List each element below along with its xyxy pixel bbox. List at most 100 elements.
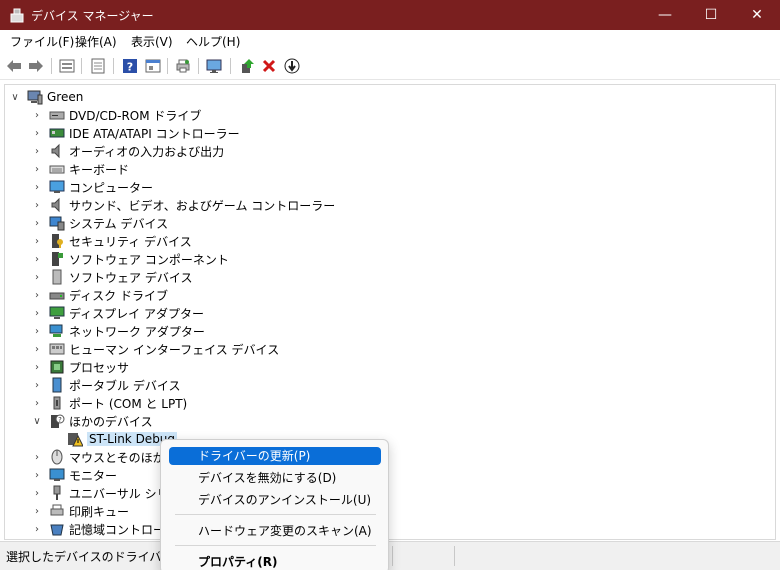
tree-item[interactable]: › 印刷キュー (31, 502, 129, 520)
chevron-right-icon[interactable]: › (31, 232, 43, 250)
tree-item[interactable]: › IDE ATA/ATAPI コントローラー (31, 124, 240, 142)
chevron-right-icon[interactable]: › (31, 106, 43, 124)
title-bar: デバイス マネージャー — ☐ ✕ (0, 0, 780, 30)
tree-item[interactable]: › プロセッサ (31, 358, 129, 376)
close-button[interactable]: ✕ (734, 0, 780, 30)
tree-item[interactable]: › キーボード (31, 160, 129, 178)
security-device-icon (52, 234, 63, 248)
mouse-icon (51, 449, 63, 465)
chevron-right-icon[interactable]: › (31, 376, 43, 394)
list-view-icon[interactable] (88, 56, 108, 76)
tree-item[interactable]: › ヒューマン インターフェイス デバイス (31, 340, 279, 358)
tree-item[interactable]: › サウンド、ビデオ、およびゲーム コントローラー (31, 196, 335, 214)
print-queue-icon (50, 504, 64, 516)
properties-view-icon[interactable] (57, 56, 77, 76)
keyboard-icon (49, 165, 65, 174)
menu-help[interactable]: ヘルプ(H) (186, 33, 240, 50)
menu-action[interactable]: 操作(A) (75, 33, 117, 50)
tree-item[interactable]: › ソフトウェア コンポーネント (31, 250, 229, 268)
chevron-down-icon[interactable]: ∨ (9, 88, 21, 106)
ctx-scan-hardware[interactable]: ハードウェア変更のスキャン(A) (169, 522, 381, 540)
toolbar-separator (113, 58, 114, 74)
tree-item[interactable]: › モニター (31, 466, 117, 484)
help-icon[interactable]: ? (120, 56, 140, 76)
chevron-right-icon[interactable]: › (31, 214, 43, 232)
ctx-uninstall-device[interactable]: デバイスのアンインストール(U) (169, 491, 381, 509)
tree-root[interactable]: ∨ Green (9, 88, 83, 106)
ctx-separator (175, 545, 376, 546)
tree-item[interactable]: › システム デバイス (31, 214, 168, 232)
tree-item[interactable]: › ポート (COM と LPT) (31, 394, 187, 412)
toolbar-separator (51, 58, 52, 74)
ctx-update-driver[interactable]: ドライバーの更新(P) (169, 447, 381, 465)
tree-item-expanded[interactable]: ∨? ほかのデバイス (31, 412, 153, 430)
chevron-right-icon[interactable]: › (31, 142, 43, 160)
chevron-right-icon[interactable]: › (31, 160, 43, 178)
tree-item-label: ヒューマン インターフェイス デバイス (69, 342, 280, 357)
ctx-separator (175, 514, 376, 515)
menu-file[interactable]: ファイル(F) (10, 33, 74, 50)
tree-item[interactable]: › ディスク ドライブ (31, 286, 168, 304)
monitor-icon (49, 468, 65, 481)
tree-item[interactable]: › ソフトウェア デバイス (31, 268, 192, 286)
processor-icon (50, 360, 64, 374)
chevron-right-icon[interactable]: › (31, 250, 43, 268)
tree-item[interactable]: › オーディオの入力および出力 (31, 142, 224, 160)
chevron-right-icon[interactable]: › (31, 466, 43, 484)
tree-item-label: ほかのデバイス (69, 414, 153, 429)
minimize-button[interactable]: — (642, 0, 688, 30)
ide-controller-icon (49, 128, 65, 138)
tree-item[interactable]: › ポータブル デバイス (31, 376, 180, 394)
warning-device-icon (68, 433, 83, 447)
chevron-right-icon[interactable]: › (31, 304, 43, 322)
chevron-right-icon[interactable]: › (31, 502, 43, 520)
maximize-button[interactable]: ☐ (688, 0, 734, 30)
chevron-right-icon[interactable]: › (31, 448, 43, 466)
port-icon (53, 396, 61, 410)
update-driver-icon[interactable] (237, 56, 257, 76)
device-tree[interactable]: ∨ Green › DVD/CD-ROM ドライブ › IDE ATA/ATAPI … (4, 84, 776, 540)
uninstall-icon[interactable] (259, 56, 279, 76)
chevron-right-icon[interactable]: › (31, 484, 43, 502)
tree-item-label: プロセッサ (69, 360, 130, 375)
tree-item-label: セキュリティ デバイス (69, 234, 192, 249)
chevron-right-icon[interactable]: › (31, 124, 43, 142)
tree-item[interactable]: › コンピューター (31, 178, 153, 196)
tree-item[interactable]: › セキュリティ デバイス (31, 232, 192, 250)
back-icon[interactable] (4, 56, 24, 76)
action-view-icon[interactable] (143, 56, 163, 76)
chevron-right-icon[interactable]: › (31, 520, 43, 538)
tree-item-label: ディスプレイ アダプター (69, 306, 204, 321)
chevron-right-icon[interactable]: › (31, 322, 43, 340)
menu-bar: ファイル(F) 操作(A) 表示(V) ヘルプ(H) (0, 30, 780, 52)
tree-item-label: DVD/CD-ROM ドライブ (69, 108, 202, 123)
chevron-right-icon[interactable]: › (31, 196, 43, 214)
forward-icon[interactable] (26, 56, 46, 76)
menu-view[interactable]: 表示(V) (131, 33, 173, 50)
monitor-scan-icon[interactable] (205, 56, 225, 76)
tree-item[interactable]: › ネットワーク アダプター (31, 322, 205, 340)
chevron-right-icon[interactable]: › (31, 340, 43, 358)
dvd-drive-icon (49, 111, 65, 120)
chevron-right-icon[interactable]: › (31, 178, 43, 196)
toolbar-separator (230, 58, 231, 74)
tree-item-label: 印刷キュー (69, 504, 130, 519)
disable-device-icon[interactable] (282, 56, 302, 76)
tree-item[interactable]: › ディスプレイ アダプター (31, 304, 204, 322)
tree-item[interactable]: › DVD/CD-ROM ドライブ (31, 106, 201, 124)
tree-item-selected[interactable]: ST-Link Debug (49, 430, 178, 448)
ctx-properties[interactable]: プロパティ(R) (169, 553, 381, 570)
ctx-disable-device[interactable]: デバイスを無効にする(D) (169, 469, 381, 487)
computer-root-icon (27, 90, 43, 105)
print-icon[interactable] (173, 56, 193, 76)
chevron-right-icon[interactable]: › (31, 358, 43, 376)
tree-item-label: キーボード (69, 162, 130, 177)
chevron-right-icon[interactable]: › (31, 394, 43, 412)
chevron-down-icon[interactable]: ∨ (31, 412, 43, 430)
chevron-right-icon[interactable]: › (31, 268, 43, 286)
hid-icon (49, 343, 65, 355)
tree-item-label: ソフトウェア デバイス (69, 270, 193, 285)
chevron-right-icon[interactable]: › (31, 286, 43, 304)
system-device-icon (49, 216, 65, 231)
device-manager-icon (10, 8, 24, 23)
